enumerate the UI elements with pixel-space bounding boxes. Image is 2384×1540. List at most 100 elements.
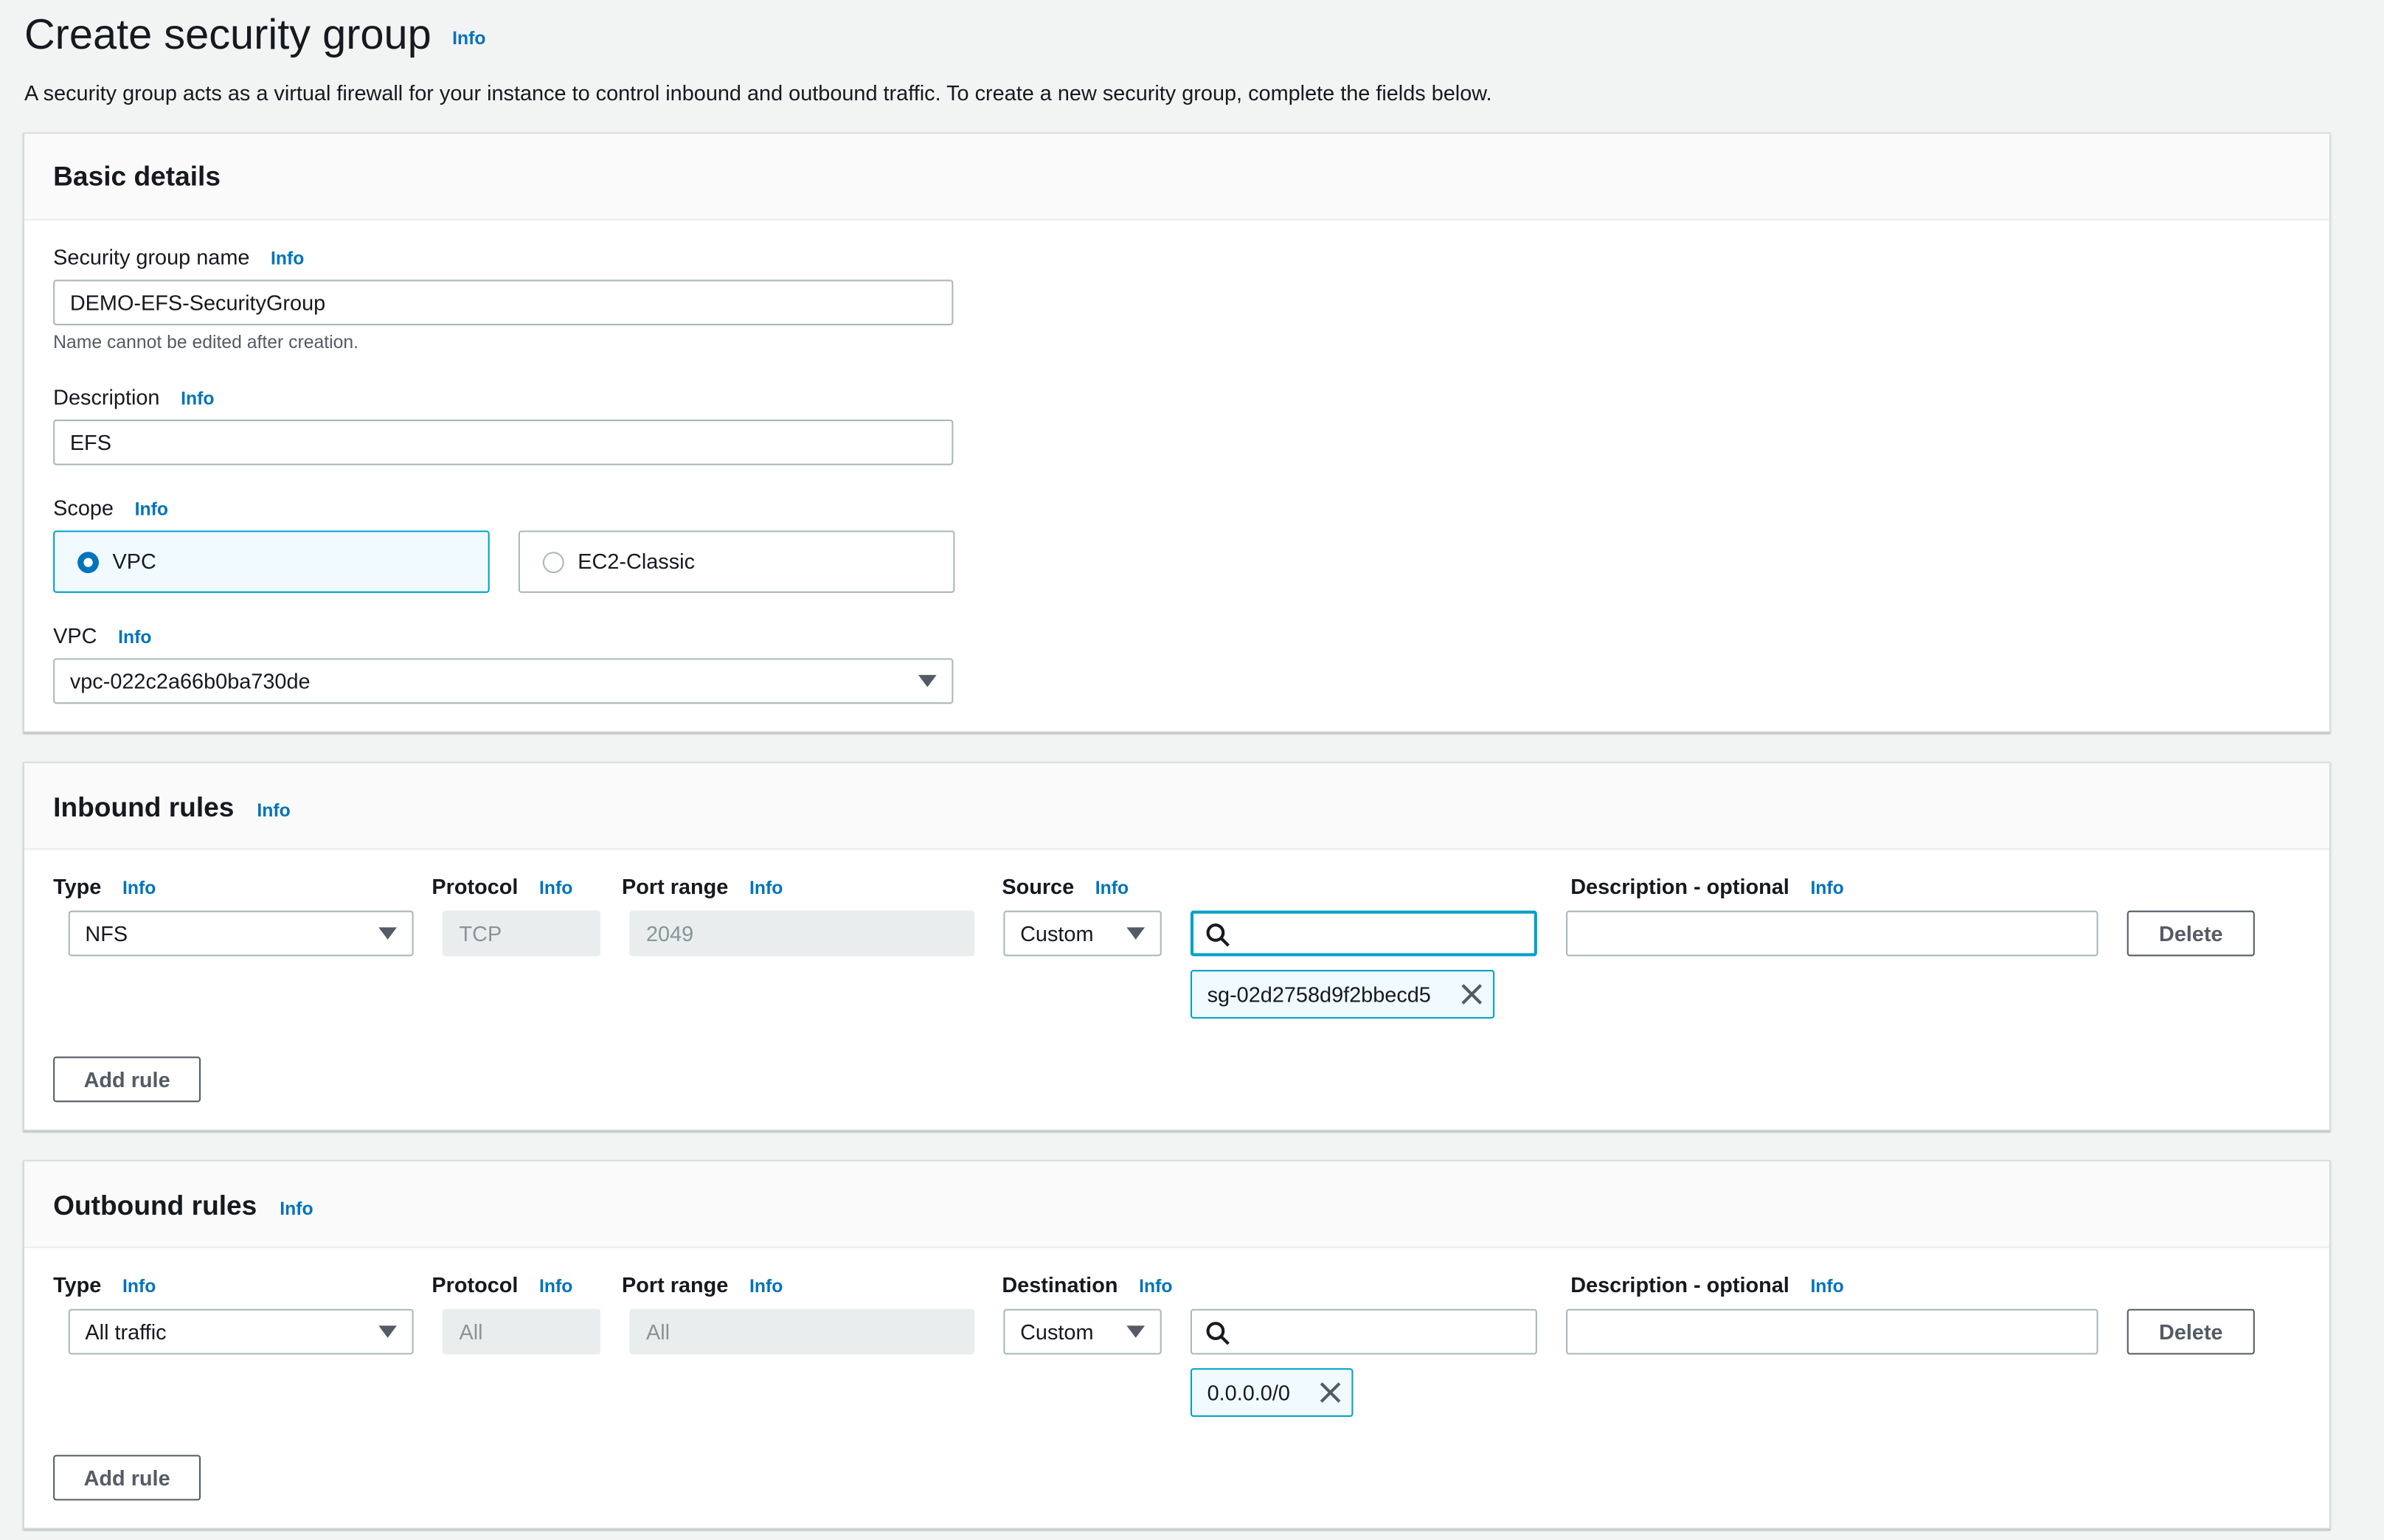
inbound-col-protocol-text: Protocol (432, 874, 519, 899)
outbound-dest-mode-value: Custom (1020, 1319, 1094, 1345)
inbound-col-description-text: Description - optional (1570, 874, 1789, 899)
inbound-col-description: Description - optional Info (1570, 874, 1844, 898)
inbound-protocol-field: TCP (442, 910, 601, 957)
outbound-port-info-link[interactable]: Info (749, 1275, 783, 1297)
inbound-source-info-link[interactable]: Info (1095, 877, 1129, 898)
inbound-delete-button[interactable]: Delete (2127, 910, 2255, 957)
outbound-rules-title-text: Outbound rules (53, 1190, 257, 1221)
scope-option-ec2-classic-label: EC2-Classic (578, 549, 696, 574)
outbound-rules-title: Outbound rules Info (53, 1190, 313, 1222)
scope-label: Scope Info (53, 496, 168, 520)
close-icon[interactable] (1460, 982, 1484, 1007)
scope-option-ec2-classic[interactable]: EC2-Classic (518, 530, 955, 593)
inbound-source-token: sg-02d2758d9f2bbecd5 (1190, 970, 1495, 1019)
inbound-port-info-link[interactable]: Info (749, 877, 783, 898)
description-label-text: Description (53, 384, 160, 409)
inbound-source-token-label: sg-02d2758d9f2bbecd5 (1207, 982, 1431, 1007)
search-icon (1206, 1322, 1230, 1345)
page-root: Create security group Info A security gr… (0, 0, 2384, 1540)
inbound-col-port-text: Port range (622, 874, 729, 899)
inbound-rules-title-text: Inbound rules (53, 791, 235, 823)
scope-option-vpc-label: VPC (112, 549, 156, 574)
inbound-rules-title: Inbound rules Info (53, 792, 291, 824)
inbound-col-type-text: Type (53, 874, 102, 899)
outbound-rules-panel: Outbound rules Info Type Info Protocol I… (22, 1159, 2331, 1530)
description-input[interactable]: EFS (53, 419, 954, 465)
description-label: Description Info (53, 384, 214, 409)
scope-info-link[interactable]: Info (135, 499, 168, 520)
radio-unselected-icon[interactable] (542, 552, 564, 574)
outbound-col-description: Description - optional Info (1570, 1272, 1844, 1297)
scope-label-text: Scope (53, 495, 114, 520)
vpc-info-link[interactable]: Info (118, 626, 151, 648)
inbound-rules-panel: Inbound rules Info Type Info Protocol In… (22, 761, 2331, 1131)
vpc-label: VPC Info (53, 623, 151, 648)
caret-down-icon (918, 675, 937, 687)
outbound-col-protocol: Protocol Info (432, 1272, 572, 1297)
outbound-col-destination: Destination Info (1002, 1272, 1172, 1297)
sg-name-help: Name cannot be edited after creation. (53, 331, 359, 353)
outbound-type-info-link[interactable]: Info (122, 1275, 156, 1297)
inbound-col-source: Source Info (1002, 874, 1129, 898)
radio-selected-icon[interactable] (77, 552, 99, 574)
outbound-add-rule-button[interactable]: Add rule (53, 1454, 201, 1501)
outbound-rules-header: Outbound rules Info (24, 1161, 2329, 1249)
outbound-col-protocol-text: Protocol (432, 1272, 519, 1297)
inbound-source-mode-select[interactable]: Custom (1003, 910, 1162, 957)
search-icon (1206, 923, 1230, 947)
basic-details-header: Basic details (24, 133, 2329, 221)
basic-details-panel: Basic details Security group name Info D… (22, 132, 2331, 733)
inbound-type-value: NFS (85, 921, 128, 946)
inbound-description-input[interactable] (1566, 910, 2099, 957)
title-info-link[interactable]: Info (452, 27, 485, 48)
outbound-description-input[interactable] (1566, 1308, 2099, 1355)
inbound-port-field: 2049 (629, 910, 975, 957)
inbound-type-info-link[interactable]: Info (122, 877, 156, 898)
outbound-protocol-info-link[interactable]: Info (539, 1275, 572, 1297)
caret-down-icon (378, 927, 397, 940)
description-info-link[interactable]: Info (181, 388, 214, 409)
vpc-select-value: vpc-022c2a66b0ba730de (69, 668, 311, 693)
inbound-col-source-text: Source (1002, 874, 1075, 899)
sg-name-input[interactable]: DEMO-EFS-SecurityGroup (53, 280, 954, 326)
vpc-select[interactable]: vpc-022c2a66b0ba730de (53, 658, 954, 704)
inbound-rules-header: Inbound rules Info (24, 763, 2329, 850)
outbound-port-field: All (629, 1308, 975, 1355)
inbound-source-search-input[interactable] (1190, 910, 1537, 957)
outbound-dest-token-label: 0.0.0.0/0 (1207, 1380, 1290, 1405)
outbound-col-port: Port range Info (622, 1272, 783, 1297)
inbound-protocol-info-link[interactable]: Info (539, 877, 572, 898)
close-icon[interactable] (1318, 1381, 1342, 1405)
page-intro: A security group acts as a virtual firew… (24, 80, 1492, 105)
sg-name-label: Security group name Info (53, 245, 304, 269)
outbound-info-link[interactable]: Info (280, 1198, 313, 1219)
inbound-desc-info-link[interactable]: Info (1810, 877, 1843, 898)
caret-down-icon (1126, 927, 1146, 940)
outbound-col-type-text: Type (53, 1272, 102, 1297)
page-title: Create security group Info (24, 6, 486, 66)
page-title-text: Create security group (24, 10, 432, 58)
sg-name-label-text: Security group name (53, 244, 250, 269)
inbound-add-rule-button[interactable]: Add rule (53, 1056, 201, 1103)
outbound-delete-button[interactable]: Delete (2127, 1308, 2255, 1355)
outbound-type-value: All traffic (85, 1319, 167, 1345)
inbound-col-port: Port range Info (622, 874, 783, 898)
vpc-label-text: VPC (53, 623, 97, 648)
outbound-type-select[interactable]: All traffic (68, 1308, 414, 1355)
inbound-type-select[interactable]: NFS (68, 910, 414, 957)
inbound-col-type: Type Info (53, 874, 156, 898)
outbound-protocol-field: All (442, 1308, 601, 1355)
outbound-col-type: Type Info (53, 1272, 156, 1297)
caret-down-icon (1126, 1325, 1146, 1338)
caret-down-icon (378, 1325, 397, 1338)
outbound-col-description-text: Description - optional (1570, 1272, 1789, 1297)
inbound-info-link[interactable]: Info (257, 800, 290, 821)
sg-name-info-link[interactable]: Info (271, 248, 304, 269)
outbound-dest-mode-select[interactable]: Custom (1003, 1308, 1162, 1355)
outbound-col-destination-text: Destination (1002, 1272, 1118, 1297)
outbound-desc-info-link[interactable]: Info (1810, 1275, 1843, 1297)
scope-option-vpc[interactable]: VPC (53, 530, 490, 593)
outbound-dest-info-link[interactable]: Info (1139, 1275, 1172, 1297)
outbound-dest-token: 0.0.0.0/0 (1190, 1368, 1354, 1418)
outbound-dest-search-input[interactable] (1190, 1308, 1537, 1355)
